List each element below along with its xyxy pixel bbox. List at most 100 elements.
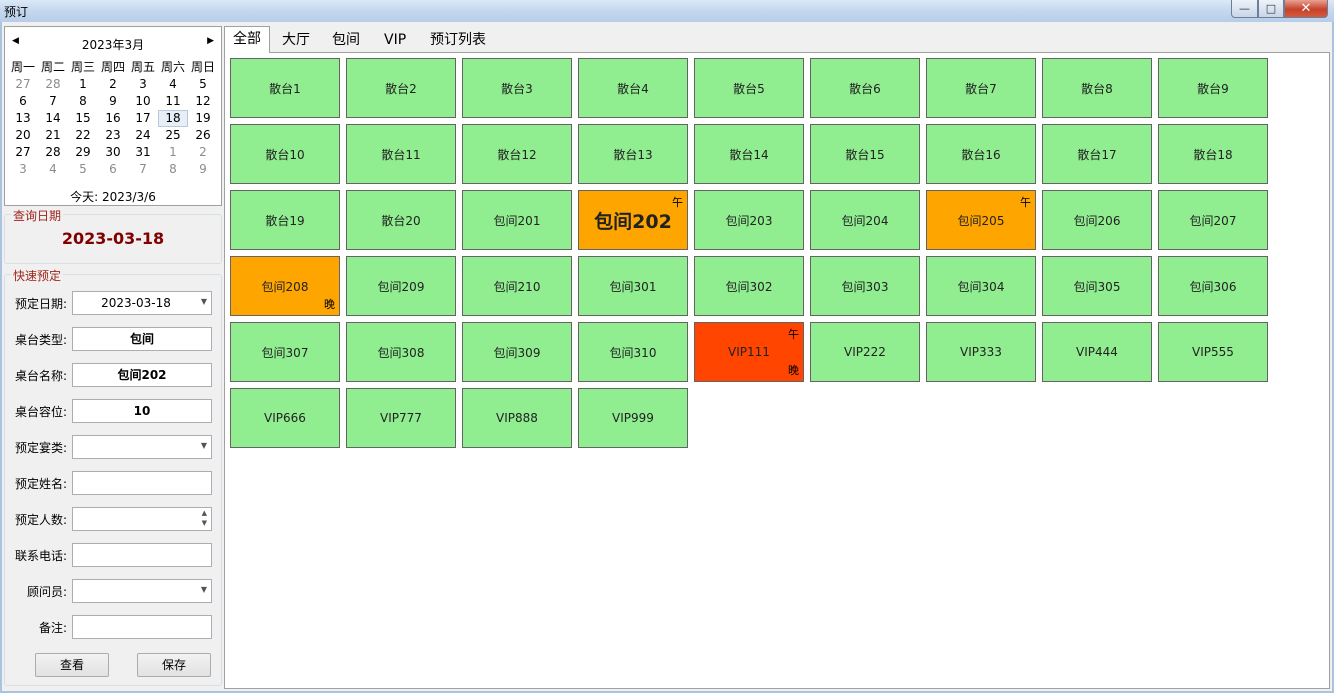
- table-tile[interactable]: 包间210: [462, 256, 572, 316]
- table-tile[interactable]: 包间309: [462, 322, 572, 382]
- calendar-day-other-month[interactable]: 1: [158, 144, 188, 161]
- calendar-day-other-month[interactable]: 2: [188, 144, 218, 161]
- calendar-day[interactable]: 16: [98, 110, 128, 127]
- calendar-day[interactable]: 30: [98, 144, 128, 161]
- calendar-day[interactable]: 13: [8, 110, 38, 127]
- table-tile[interactable]: 散台13: [578, 124, 688, 184]
- tab-0[interactable]: 全部: [224, 26, 270, 53]
- table-tile[interactable]: 包间306: [1158, 256, 1268, 316]
- calendar-day[interactable]: 27: [8, 144, 38, 161]
- table-tile[interactable]: 包间201: [462, 190, 572, 250]
- table-tile[interactable]: 散台5: [694, 58, 804, 118]
- table-tile[interactable]: 散台6: [810, 58, 920, 118]
- table-tile[interactable]: VIP999: [578, 388, 688, 448]
- calendar-day[interactable]: 7: [38, 93, 68, 110]
- calendar-day[interactable]: 24: [128, 127, 158, 144]
- calendar-day[interactable]: 8: [68, 93, 98, 110]
- spin-down-icon[interactable]: ▼: [202, 519, 207, 527]
- table-tile[interactable]: 散台2: [346, 58, 456, 118]
- calendar-day[interactable]: 6: [8, 93, 38, 110]
- table-capacity-input[interactable]: 10: [72, 399, 212, 423]
- table-tile[interactable]: 散台4: [578, 58, 688, 118]
- contact-phone-input[interactable]: [72, 543, 212, 567]
- calendar-day[interactable]: 26: [188, 127, 218, 144]
- table-tile[interactable]: 散台15: [810, 124, 920, 184]
- save-button[interactable]: 保存: [137, 653, 211, 677]
- table-tile[interactable]: VIP666: [230, 388, 340, 448]
- calendar-day[interactable]: 11: [158, 93, 188, 110]
- banquet-type-select[interactable]: ▼: [72, 435, 212, 459]
- table-tile[interactable]: VIP111 午晚: [694, 322, 804, 382]
- table-tile[interactable]: VIP777: [346, 388, 456, 448]
- calendar-day[interactable]: 5: [188, 76, 218, 93]
- table-tile[interactable]: 包间209: [346, 256, 456, 316]
- table-tile[interactable]: 包间208 晚: [230, 256, 340, 316]
- table-tile[interactable]: 包间204: [810, 190, 920, 250]
- calendar-day[interactable]: 10: [128, 93, 158, 110]
- calendar-day-other-month[interactable]: 8: [158, 161, 188, 178]
- calendar-month-label[interactable]: 2023年3月: [5, 36, 221, 53]
- table-tile[interactable]: 包间203: [694, 190, 804, 250]
- table-tile[interactable]: 包间305: [1042, 256, 1152, 316]
- view-button[interactable]: 查看: [35, 653, 109, 677]
- calendar-day-other-month[interactable]: 4: [38, 161, 68, 178]
- table-tile[interactable]: 散台19: [230, 190, 340, 250]
- table-tile[interactable]: 包间207: [1158, 190, 1268, 250]
- table-tile[interactable]: 散台8: [1042, 58, 1152, 118]
- chevron-down-icon[interactable]: ▼: [201, 297, 207, 306]
- calendar-day[interactable]: 22: [68, 127, 98, 144]
- table-tile[interactable]: 包间307: [230, 322, 340, 382]
- table-tile[interactable]: 包间308: [346, 322, 456, 382]
- table-tile[interactable]: VIP555: [1158, 322, 1268, 382]
- calendar-day[interactable]: 18: [158, 110, 188, 127]
- table-tile[interactable]: 散台11: [346, 124, 456, 184]
- calendar-day[interactable]: 1: [68, 76, 98, 93]
- calendar-day[interactable]: 2: [98, 76, 128, 93]
- calendar-day-other-month[interactable]: 7: [128, 161, 158, 178]
- table-tile[interactable]: 包间202 午: [578, 190, 688, 250]
- table-type-input[interactable]: 包间: [72, 327, 212, 351]
- table-tile[interactable]: VIP333: [926, 322, 1036, 382]
- minimize-button[interactable]: —: [1231, 0, 1258, 18]
- table-tile[interactable]: 散台17: [1042, 124, 1152, 184]
- remark-input[interactable]: [72, 615, 212, 639]
- table-tile[interactable]: 包间205 午: [926, 190, 1036, 250]
- table-tile[interactable]: 散台3: [462, 58, 572, 118]
- table-tile[interactable]: VIP888: [462, 388, 572, 448]
- calendar-day[interactable]: 29: [68, 144, 98, 161]
- tab-4[interactable]: 预订列表: [422, 28, 494, 52]
- calendar-day[interactable]: 21: [38, 127, 68, 144]
- chevron-down-icon[interactable]: ▼: [201, 441, 207, 450]
- table-tile[interactable]: VIP444: [1042, 322, 1152, 382]
- calendar-day-other-month[interactable]: 9: [188, 161, 218, 178]
- table-tile[interactable]: 散台16: [926, 124, 1036, 184]
- calendar-day[interactable]: 20: [8, 127, 38, 144]
- table-tile[interactable]: 散台12: [462, 124, 572, 184]
- table-tile[interactable]: 包间301: [578, 256, 688, 316]
- calendar-day[interactable]: 23: [98, 127, 128, 144]
- calendar-day[interactable]: 4: [158, 76, 188, 93]
- calendar-day[interactable]: 3: [128, 76, 158, 93]
- booking-date-select[interactable]: 2023-03-18 ▼: [72, 291, 212, 315]
- calendar-day-other-month[interactable]: 3: [8, 161, 38, 178]
- calendar-day[interactable]: 9: [98, 93, 128, 110]
- tab-2[interactable]: 包间: [324, 28, 368, 52]
- calendar-day-other-month[interactable]: 5: [68, 161, 98, 178]
- table-tile[interactable]: 包间304: [926, 256, 1036, 316]
- table-name-input[interactable]: 包间202: [72, 363, 212, 387]
- table-tile[interactable]: 包间303: [810, 256, 920, 316]
- calendar-day[interactable]: 17: [128, 110, 158, 127]
- table-tile[interactable]: VIP222: [810, 322, 920, 382]
- table-tile[interactable]: 散台10: [230, 124, 340, 184]
- tab-1[interactable]: 大厅: [274, 28, 318, 52]
- calendar-day[interactable]: 31: [128, 144, 158, 161]
- guest-count-stepper[interactable]: ▲ ▼: [72, 507, 212, 531]
- table-tile[interactable]: 包间206: [1042, 190, 1152, 250]
- month-calendar[interactable]: ◀ 2023年3月 ▶ 周一 周二 周三 周四 周五 周六 周日 27 28 1 2 3 4 5 6 7 8 9 1…: [4, 26, 222, 206]
- close-button[interactable]: ✕: [1284, 0, 1328, 18]
- maximize-button[interactable]: □: [1258, 0, 1284, 18]
- calendar-day[interactable]: 19: [188, 110, 218, 127]
- table-tile[interactable]: 散台18: [1158, 124, 1268, 184]
- calendar-day[interactable]: 12: [188, 93, 218, 110]
- table-tile[interactable]: 散台14: [694, 124, 804, 184]
